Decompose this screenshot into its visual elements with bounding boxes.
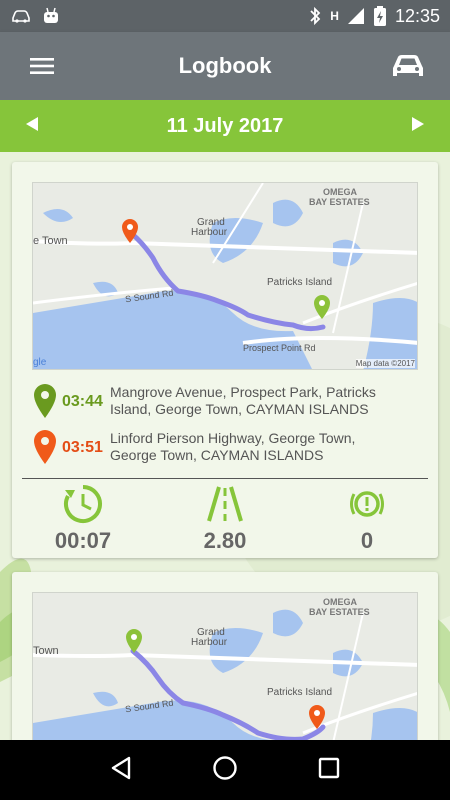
trip-stats: 00:07 2.80 0 xyxy=(12,484,438,556)
map-label-prospect-point-rd: Prospect Point Rd xyxy=(243,343,316,353)
bluetooth-icon xyxy=(310,6,321,26)
hamburger-menu-icon xyxy=(30,58,54,74)
route-map[interactable]: OMEGA BAY ESTATES Grand Harbour Patricks… xyxy=(32,182,418,370)
system-nav-bar xyxy=(0,740,450,800)
duration-value: 00:07 xyxy=(54,528,112,553)
alerts-value: 0 xyxy=(360,528,374,553)
back-triangle-icon xyxy=(111,756,131,779)
menu-button[interactable] xyxy=(22,46,62,86)
map-label-harbour: Harbour xyxy=(191,637,228,648)
end-address: Linford Pierson Highway, George Town, Ge… xyxy=(110,430,356,463)
car-icon xyxy=(393,55,423,76)
home-button[interactable] xyxy=(212,755,238,786)
app-bar: Logbook xyxy=(0,32,450,100)
alert-circle-icon xyxy=(350,491,384,517)
alerts-stat: 0 xyxy=(307,484,427,556)
duration-stat: 00:07 xyxy=(23,484,143,556)
map-label-bay-estates: BAY ESTATES xyxy=(309,197,370,207)
map-label-patricks-island: Patricks Island xyxy=(267,277,333,288)
previous-day-button[interactable] xyxy=(20,116,44,137)
duration-clock-icon xyxy=(64,485,102,523)
android-icon xyxy=(44,7,58,23)
start-time: 03:44 xyxy=(62,393,103,410)
signal-icon xyxy=(347,8,364,24)
recents-button[interactable] xyxy=(318,757,340,784)
map-label-bay-estates: BAY ESTATES xyxy=(309,607,370,617)
road-distance-icon xyxy=(207,486,243,522)
recents-square-icon xyxy=(318,757,340,778)
trip-end: 03:51 Linford Pierson Highway, George To… xyxy=(34,430,400,464)
distance-stat: 2.80 xyxy=(165,484,285,556)
triangle-right-icon xyxy=(412,116,424,131)
battery-charging-icon xyxy=(373,6,386,26)
clock: 12:35 xyxy=(394,5,440,26)
end-pin-icon xyxy=(34,430,56,464)
distance-value: 2.80 xyxy=(203,528,247,553)
map-label-harbour: Harbour xyxy=(191,227,228,238)
status-bar: H 12:35 xyxy=(0,0,450,32)
map-label-omega: OMEGA xyxy=(323,187,358,197)
end-time: 03:51 xyxy=(62,439,103,456)
trip-card[interactable]: OMEGA BAY ESTATES Grand Harbour Patricks… xyxy=(12,162,438,558)
map-attribution: Map data ©2017 xyxy=(355,359,415,368)
map-label-town: e Town xyxy=(33,235,68,247)
map-label-omega: OMEGA xyxy=(323,597,358,607)
home-circle-icon xyxy=(213,755,237,780)
current-date: 11 July 2017 xyxy=(166,114,284,137)
vehicle-button[interactable] xyxy=(388,46,428,86)
network-type: H xyxy=(330,9,339,23)
back-button[interactable] xyxy=(110,756,132,785)
car-notification-icon xyxy=(12,10,30,23)
page-title: Logbook xyxy=(178,53,272,78)
map-label-patricks-island: Patricks Island xyxy=(267,687,333,698)
card-divider xyxy=(22,478,428,479)
map-label-town: Town xyxy=(33,645,59,657)
start-pin-icon xyxy=(34,384,56,418)
next-day-button[interactable] xyxy=(406,116,430,137)
triangle-left-icon xyxy=(26,116,38,131)
google-logo: gle xyxy=(33,357,47,368)
start-address: Mangrove Avenue, Prospect Park, Patricks… xyxy=(110,384,376,417)
date-bar: 11 July 2017 xyxy=(0,100,450,152)
trip-start: 03:44 Mangrove Avenue, Prospect Park, Pa… xyxy=(34,384,400,418)
